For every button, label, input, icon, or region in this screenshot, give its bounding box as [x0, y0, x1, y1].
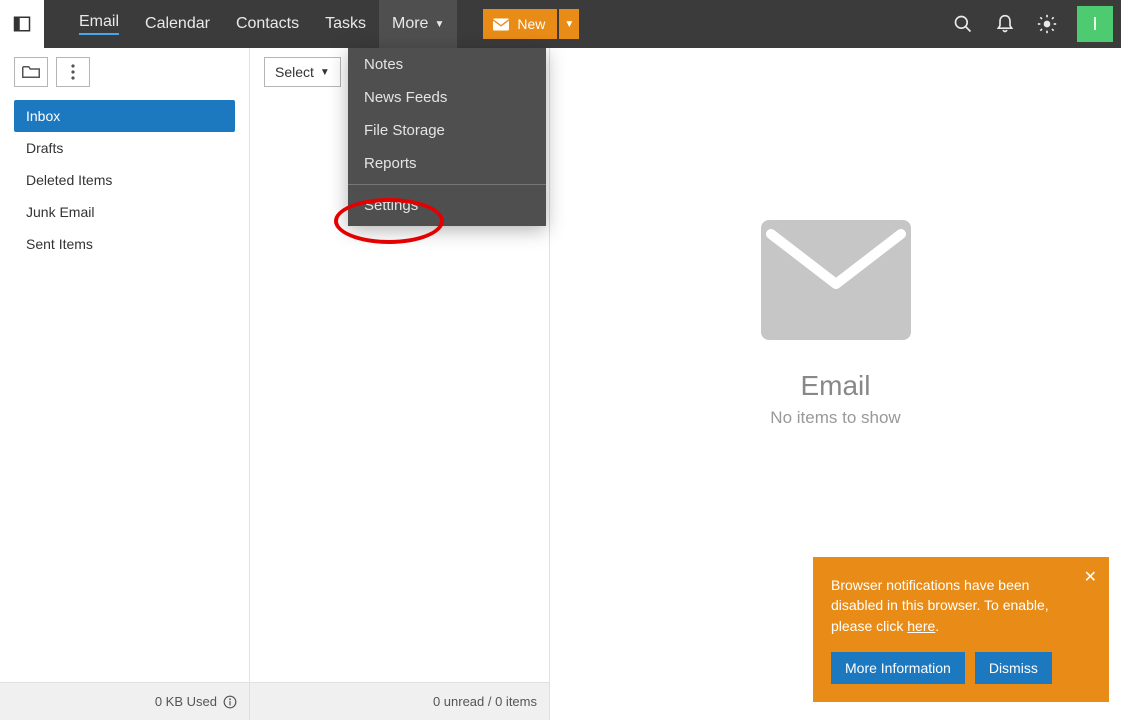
- sidebar-toggle[interactable]: [0, 0, 44, 48]
- empty-title: Email: [761, 370, 911, 402]
- more-dropdown: Notes News Feeds File Storage Reports Se…: [348, 48, 546, 226]
- list-footer: 0 unread / 0 items: [250, 682, 549, 720]
- new-button-label: New: [517, 16, 545, 32]
- dropdown-label: File Storage: [364, 122, 445, 139]
- dropdown-label: Settings: [364, 197, 418, 214]
- folder-deleted[interactable]: Deleted Items: [14, 164, 235, 196]
- button-label: More Information: [845, 660, 951, 676]
- nav-calendar-label: Calendar: [145, 15, 210, 33]
- bell-icon: [995, 14, 1015, 34]
- nav-email-label: Email: [79, 13, 119, 35]
- button-label: Dismiss: [989, 660, 1038, 676]
- search-icon: [953, 14, 973, 34]
- folder-junk[interactable]: Junk Email: [14, 196, 235, 228]
- folder-sent[interactable]: Sent Items: [14, 228, 235, 260]
- close-icon: ✕: [1084, 569, 1097, 586]
- toast-text-after: .: [935, 618, 939, 634]
- folder-drafts[interactable]: Drafts: [14, 132, 235, 164]
- folder-label: Sent Items: [26, 236, 93, 252]
- notifications-button[interactable]: [993, 12, 1017, 36]
- new-folder-button[interactable]: [14, 57, 48, 87]
- top-bar: Email Calendar Contacts Tasks More ▼ New…: [0, 0, 1121, 48]
- folder-inbox[interactable]: Inbox: [14, 100, 235, 132]
- theme-button[interactable]: [1035, 12, 1059, 36]
- dropdown-item-newsfeeds[interactable]: News Feeds: [348, 81, 546, 114]
- dropdown-item-reports[interactable]: Reports: [348, 147, 546, 180]
- folder-label: Drafts: [26, 140, 63, 156]
- toast-text: Browser notifications have been disabled…: [831, 575, 1091, 636]
- toast-here-link[interactable]: here: [907, 618, 935, 634]
- dropdown-label: Notes: [364, 56, 403, 73]
- toast-close-button[interactable]: ✕: [1084, 567, 1097, 587]
- more-information-button[interactable]: More Information: [831, 652, 965, 684]
- avatar[interactable]: I: [1077, 6, 1113, 42]
- search-button[interactable]: [951, 12, 975, 36]
- chevron-down-icon: ▼: [320, 67, 330, 78]
- folder-label: Inbox: [26, 108, 60, 124]
- dropdown-label: Reports: [364, 155, 417, 172]
- kebab-icon: [71, 64, 75, 80]
- new-button-split[interactable]: ▼: [559, 9, 579, 39]
- sun-icon: [1037, 14, 1057, 34]
- dismiss-button[interactable]: Dismiss: [975, 652, 1052, 684]
- sidebar: Inbox Drafts Deleted Items Junk Email Se…: [0, 48, 250, 720]
- mail-icon: [493, 18, 509, 31]
- nav-contacts-label: Contacts: [236, 15, 299, 33]
- dropdown-item-settings[interactable]: Settings: [348, 189, 546, 222]
- nav-email[interactable]: Email: [66, 0, 132, 48]
- chevron-down-icon: ▼: [434, 19, 444, 30]
- folder-label: Junk Email: [26, 204, 94, 220]
- info-icon[interactable]: [223, 695, 237, 709]
- nav-more[interactable]: More ▼: [379, 0, 457, 48]
- sidebar-toolbar: [0, 48, 249, 96]
- new-button[interactable]: New: [483, 9, 557, 39]
- dropdown-divider: [348, 184, 546, 185]
- sidebar-footer: 0 KB Used: [0, 682, 249, 720]
- dropdown-label: News Feeds: [364, 89, 447, 106]
- mail-large-icon: [761, 220, 911, 340]
- toast-text-before: Browser notifications have been disabled…: [831, 577, 1049, 634]
- folder-menu-button[interactable]: [56, 57, 90, 87]
- dropdown-item-notes[interactable]: Notes: [348, 48, 546, 81]
- nav-more-label: More: [392, 15, 428, 33]
- empty-subtitle: No items to show: [761, 408, 911, 428]
- chevron-down-icon: ▼: [564, 19, 574, 30]
- list-status: 0 unread / 0 items: [433, 694, 537, 709]
- storage-used-label: 0 KB Used: [155, 694, 217, 709]
- top-right-controls: I: [951, 6, 1121, 42]
- select-button[interactable]: Select ▼: [264, 57, 341, 87]
- folder-icon: [22, 65, 40, 79]
- toast-buttons: More Information Dismiss: [831, 652, 1091, 684]
- folder-list: Inbox Drafts Deleted Items Junk Email Se…: [0, 96, 249, 682]
- nav-contacts[interactable]: Contacts: [223, 0, 312, 48]
- folder-label: Deleted Items: [26, 172, 112, 188]
- select-label: Select: [275, 64, 314, 80]
- panel-icon: [13, 15, 31, 33]
- nav-calendar[interactable]: Calendar: [132, 0, 223, 48]
- avatar-initial: I: [1092, 14, 1097, 35]
- main-nav: Email Calendar Contacts Tasks More ▼: [66, 0, 457, 48]
- empty-state: Email No items to show: [761, 220, 911, 428]
- notification-toast: ✕ Browser notifications have been disabl…: [813, 557, 1109, 702]
- dropdown-item-filestorage[interactable]: File Storage: [348, 114, 546, 147]
- nav-tasks-label: Tasks: [325, 15, 366, 33]
- nav-tasks[interactable]: Tasks: [312, 0, 379, 48]
